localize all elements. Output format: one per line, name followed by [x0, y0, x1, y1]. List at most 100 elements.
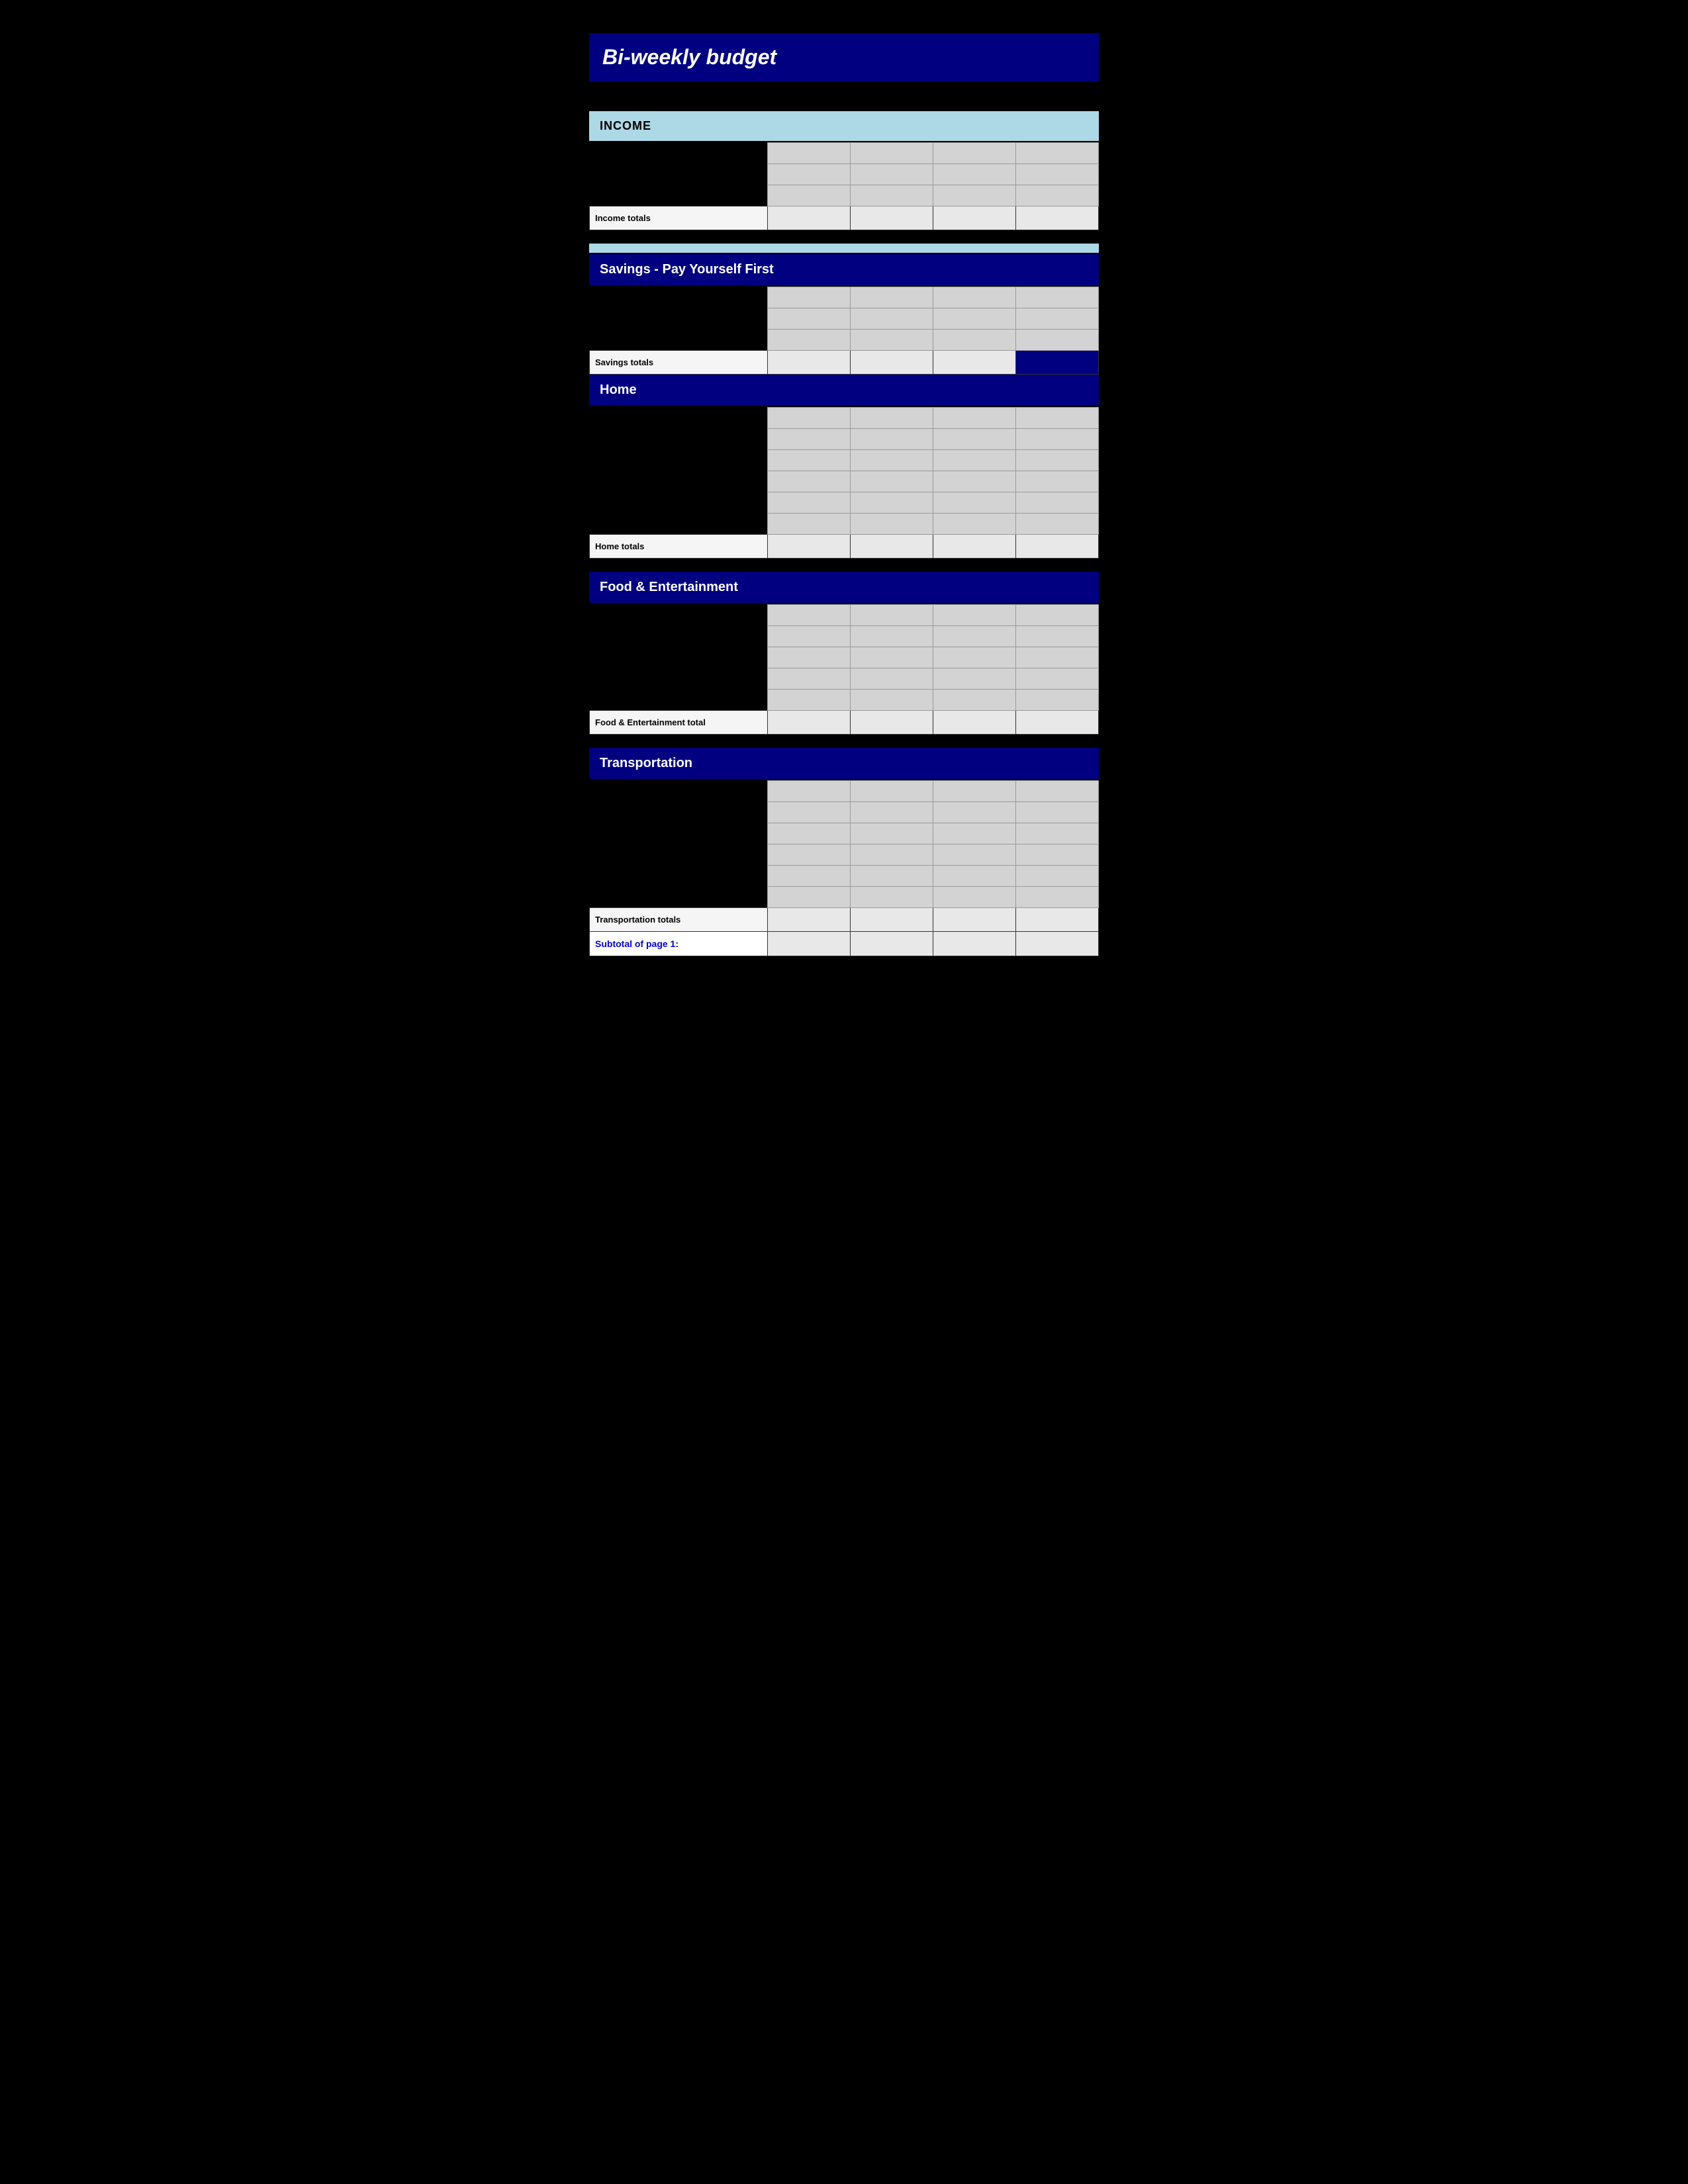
income-totals-col1[interactable]: [768, 206, 851, 230]
income-row-3-col1[interactable]: [768, 185, 851, 206]
home-row-3-col2[interactable]: [851, 450, 933, 471]
home-row-5-col4[interactable]: [1016, 492, 1099, 514]
income-row-1-col1[interactable]: [768, 143, 851, 164]
trans-row-2-col1[interactable]: [768, 802, 851, 823]
food-totals-col3[interactable]: [933, 711, 1016, 735]
trans-row-4-col2[interactable]: [851, 844, 933, 866]
trans-row-6-col2[interactable]: [851, 887, 933, 908]
home-row-1-col3[interactable]: [933, 408, 1016, 429]
savings-row-3-col2[interactable]: [851, 330, 933, 351]
food-row-5-col4[interactable]: [1016, 690, 1099, 711]
trans-row-2-col2[interactable]: [851, 802, 933, 823]
food-row-3-col1[interactable]: [768, 647, 851, 668]
food-totals-col4[interactable]: [1016, 711, 1099, 735]
savings-row-3-col1[interactable]: [768, 330, 851, 351]
home-row-2-col1[interactable]: [768, 429, 851, 450]
trans-row-4-col4[interactable]: [1016, 844, 1099, 866]
income-row-2-col4[interactable]: [1016, 164, 1099, 185]
trans-row-6-col1[interactable]: [768, 887, 851, 908]
subtotal-col3[interactable]: [933, 932, 1016, 956]
trans-totals-col2[interactable]: [851, 908, 933, 932]
home-totals-col3[interactable]: [933, 535, 1016, 559]
home-row-1-col1[interactable]: [768, 408, 851, 429]
income-row-1-col3[interactable]: [933, 143, 1016, 164]
home-row-6-col3[interactable]: [933, 514, 1016, 535]
trans-totals-col3[interactable]: [933, 908, 1016, 932]
home-totals-col1[interactable]: [768, 535, 851, 559]
home-row-5-col3[interactable]: [933, 492, 1016, 514]
food-totals-col2[interactable]: [851, 711, 933, 735]
trans-row-3-col4[interactable]: [1016, 823, 1099, 844]
home-row-3-col3[interactable]: [933, 450, 1016, 471]
food-row-2-col2[interactable]: [851, 626, 933, 647]
trans-row-3-col3[interactable]: [933, 823, 1016, 844]
income-row-2-col2[interactable]: [851, 164, 933, 185]
food-row-4-col1[interactable]: [768, 668, 851, 690]
savings-row-3-col3[interactable]: [933, 330, 1016, 351]
home-row-2-col2[interactable]: [851, 429, 933, 450]
food-row-2-col1[interactable]: [768, 626, 851, 647]
home-row-4-col4[interactable]: [1016, 471, 1099, 492]
trans-totals-col1[interactable]: [768, 908, 851, 932]
trans-row-6-col4[interactable]: [1016, 887, 1099, 908]
food-row-3-col4[interactable]: [1016, 647, 1099, 668]
trans-row-1-col4[interactable]: [1016, 781, 1099, 802]
food-row-1-col2[interactable]: [851, 605, 933, 626]
food-row-1-col1[interactable]: [768, 605, 851, 626]
home-row-2-col4[interactable]: [1016, 429, 1099, 450]
income-row-3-col4[interactable]: [1016, 185, 1099, 206]
home-row-6-col4[interactable]: [1016, 514, 1099, 535]
trans-row-5-col1[interactable]: [768, 866, 851, 887]
home-row-6-col1[interactable]: [768, 514, 851, 535]
home-totals-col4[interactable]: [1016, 535, 1099, 559]
income-row-1-col4[interactable]: [1016, 143, 1099, 164]
food-row-1-col4[interactable]: [1016, 605, 1099, 626]
income-totals-col2[interactable]: [851, 206, 933, 230]
income-row-1-col2[interactable]: [851, 143, 933, 164]
savings-row-2-col3[interactable]: [933, 308, 1016, 330]
food-row-5-col3[interactable]: [933, 690, 1016, 711]
trans-row-5-col4[interactable]: [1016, 866, 1099, 887]
food-row-4-col2[interactable]: [851, 668, 933, 690]
food-row-3-col2[interactable]: [851, 647, 933, 668]
savings-totals-col4[interactable]: [1016, 351, 1099, 375]
savings-row-1-col3[interactable]: [933, 287, 1016, 308]
food-row-2-col4[interactable]: [1016, 626, 1099, 647]
income-row-2-col1[interactable]: [768, 164, 851, 185]
savings-row-1-col4[interactable]: [1016, 287, 1099, 308]
subtotal-col4[interactable]: [1016, 932, 1099, 956]
food-row-5-col2[interactable]: [851, 690, 933, 711]
food-row-2-col3[interactable]: [933, 626, 1016, 647]
home-row-2-col3[interactable]: [933, 429, 1016, 450]
trans-row-6-col3[interactable]: [933, 887, 1016, 908]
savings-row-1-col2[interactable]: [851, 287, 933, 308]
trans-row-5-col3[interactable]: [933, 866, 1016, 887]
trans-row-2-col3[interactable]: [933, 802, 1016, 823]
food-row-1-col3[interactable]: [933, 605, 1016, 626]
food-row-5-col1[interactable]: [768, 690, 851, 711]
food-row-4-col4[interactable]: [1016, 668, 1099, 690]
subtotal-col2[interactable]: [851, 932, 933, 956]
home-row-5-col2[interactable]: [851, 492, 933, 514]
home-row-3-col4[interactable]: [1016, 450, 1099, 471]
savings-row-2-col2[interactable]: [851, 308, 933, 330]
income-row-3-col3[interactable]: [933, 185, 1016, 206]
subtotal-col1[interactable]: [768, 932, 851, 956]
income-totals-col4[interactable]: [1016, 206, 1099, 230]
savings-totals-col1[interactable]: [768, 351, 851, 375]
home-row-3-col1[interactable]: [768, 450, 851, 471]
savings-row-2-col1[interactable]: [768, 308, 851, 330]
trans-row-1-col3[interactable]: [933, 781, 1016, 802]
home-row-4-col2[interactable]: [851, 471, 933, 492]
home-row-4-col3[interactable]: [933, 471, 1016, 492]
home-row-1-col4[interactable]: [1016, 408, 1099, 429]
home-row-6-col2[interactable]: [851, 514, 933, 535]
trans-row-4-col3[interactable]: [933, 844, 1016, 866]
trans-row-1-col1[interactable]: [768, 781, 851, 802]
savings-row-3-col4[interactable]: [1016, 330, 1099, 351]
home-row-5-col1[interactable]: [768, 492, 851, 514]
home-row-1-col2[interactable]: [851, 408, 933, 429]
income-row-2-col3[interactable]: [933, 164, 1016, 185]
food-totals-col1[interactable]: [768, 711, 851, 735]
home-totals-col2[interactable]: [851, 535, 933, 559]
